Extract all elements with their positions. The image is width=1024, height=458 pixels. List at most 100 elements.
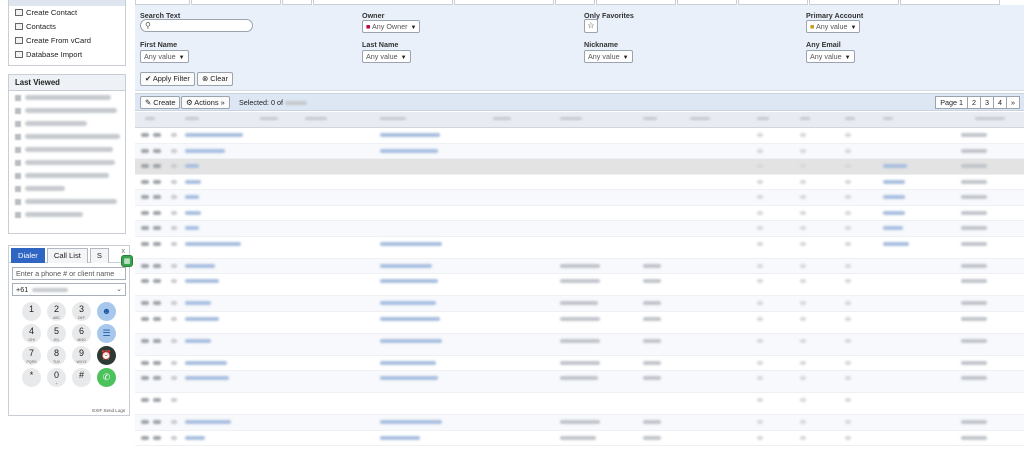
country-code-select[interactable]: +61 ⌄ (12, 283, 126, 296)
nickname-select[interactable]: Any value ▼ (584, 50, 633, 63)
actions-button[interactable]: ⚙ Actions » (181, 96, 230, 109)
key-1[interactable]: 1 (22, 302, 41, 321)
table-row[interactable] (135, 221, 1024, 237)
shortcut-database-import[interactable]: Database Import (9, 48, 125, 62)
table-row[interactable] (135, 159, 1024, 175)
key-7[interactable]: 7 PQRS (22, 346, 41, 365)
keypad: 1 2 ABC 3 DEF ☻ 4 GHI 5 JKL 6 MNO ☰ 7 PQRS 8 TU… (22, 302, 122, 390)
table-row[interactable] (135, 431, 1024, 446)
table-row[interactable] (135, 237, 1024, 259)
country-code-value: +61 (16, 285, 29, 294)
key-hash[interactable]: # (72, 368, 91, 387)
dialer-tabs: Dialer Call List S (9, 246, 129, 263)
table-row[interactable] (135, 206, 1024, 221)
call-phone-icon[interactable]: ✆ (97, 368, 116, 387)
primary-account-select[interactable]: ■ Any value ▼ (806, 20, 861, 33)
last-name-select[interactable]: Any value ▼ (362, 50, 411, 63)
owner-select[interactable]: ■ Any Owner ▼ (362, 20, 421, 33)
list-item[interactable] (9, 143, 125, 156)
shortcut-create-from-vcard[interactable]: Create From vCard (9, 34, 125, 48)
primary-account-label: Primary Account (806, 11, 864, 20)
table-row[interactable] (135, 296, 1024, 312)
page-button-3[interactable]: 3 (980, 96, 994, 109)
list-toolbar: ✎ Create ⚙ Actions » Selected: 0 of Page… (135, 93, 1024, 111)
any-email-label: Any Email (806, 40, 841, 49)
table-row[interactable] (135, 312, 1024, 334)
any-email-select[interactable]: Any value ▼ (806, 50, 855, 63)
list-item[interactable] (9, 104, 125, 117)
phone-input[interactable]: Enter a phone # or client name (12, 267, 126, 280)
list-item[interactable] (9, 91, 125, 104)
table-row[interactable] (135, 190, 1024, 206)
list-item[interactable] (9, 182, 125, 195)
tab-s[interactable]: S (89, 248, 109, 263)
table-row[interactable] (135, 393, 1024, 415)
shortcut-label: Database Import (26, 50, 83, 59)
key-3[interactable]: 3 DEF (72, 302, 91, 321)
apply-filter-button[interactable]: ✔ Apply Filter (140, 72, 195, 86)
alarm-clock-icon[interactable]: ⏰ (97, 346, 116, 365)
people-icon: ■ (366, 22, 371, 31)
shortcut-contacts[interactable]: Contacts (9, 20, 125, 34)
clear-button[interactable]: ⊗ Clear (197, 72, 233, 86)
contact-book-icon[interactable]: ☻ (97, 302, 116, 321)
table-row[interactable] (135, 356, 1024, 371)
dialer-footer[interactable]: EXIF Send Logs (92, 408, 125, 413)
table-row[interactable] (135, 274, 1024, 296)
first-name-select[interactable]: Any value ▼ (140, 50, 189, 63)
new-document-icon: ✎ (145, 98, 152, 107)
shortcut-label: Contacts (26, 22, 56, 31)
page-button-2[interactable]: 2 (967, 96, 981, 109)
table-row[interactable] (135, 175, 1024, 190)
table-row[interactable] (135, 333, 1024, 356)
checkmark-icon: ✔ (145, 74, 152, 83)
list-item[interactable] (9, 169, 125, 182)
key-8[interactable]: 8 TUV (47, 346, 66, 365)
favorite-star-toggle[interactable]: ☆ (584, 19, 598, 33)
next-pages-button[interactable]: » (1006, 96, 1020, 109)
shortcuts-panel: Create Contact Contacts Create From vCar… (8, 0, 126, 66)
list-item[interactable] (9, 208, 125, 221)
key-6[interactable]: 6 MNO (72, 324, 91, 343)
call-list-icon[interactable]: ☰ (97, 324, 116, 343)
page-button-4[interactable]: 4 (993, 96, 1007, 109)
gear-icon: ⚙ (186, 98, 193, 107)
key-5[interactable]: 5 JKL (47, 324, 66, 343)
shortcut-label: Create Contact (26, 8, 78, 17)
chevron-double-down-icon: » (220, 98, 225, 107)
table-header-row[interactable] (135, 112, 1024, 128)
table-row[interactable] (135, 128, 1024, 144)
tab-call-list[interactable]: Call List (46, 248, 88, 263)
chevron-down-icon: ▼ (400, 55, 407, 61)
contact-card-icon (15, 9, 23, 16)
search-input[interactable]: ⚲ (140, 19, 253, 32)
nickname-label: Nickname (584, 40, 618, 49)
table-row[interactable] (135, 415, 1024, 431)
create-button[interactable]: ✎ Create (140, 96, 181, 109)
table-row[interactable] (135, 371, 1024, 393)
table-row[interactable] (135, 258, 1024, 274)
vcard-icon (15, 37, 23, 44)
chevron-down-icon: ▼ (410, 25, 417, 31)
table-row[interactable] (135, 143, 1024, 159)
chevron-down-icon: ⌄ (116, 286, 122, 293)
key-0[interactable]: 0 + (47, 368, 66, 387)
key-star[interactable]: * (22, 368, 41, 387)
dialer-widget: Dialer Call List S x Enter a phone # or … (8, 245, 130, 416)
list-item[interactable] (9, 156, 125, 169)
key-9[interactable]: 9 WXYZ (72, 346, 91, 365)
chevron-down-icon: ▼ (622, 55, 629, 61)
list-item[interactable] (9, 195, 125, 208)
page-button-1[interactable]: Page 1 (935, 96, 968, 109)
key-4[interactable]: 4 GHI (22, 324, 41, 343)
import-icon (15, 51, 23, 58)
tab-dialer[interactable]: Dialer (11, 248, 45, 263)
key-2[interactable]: 2 ABC (47, 302, 66, 321)
folder-icon: ■ (810, 22, 815, 31)
list-item[interactable] (9, 130, 125, 143)
shortcut-create-contact[interactable]: Create Contact (9, 6, 125, 20)
list-item[interactable] (9, 117, 125, 130)
calculator-icon[interactable]: ▦ (121, 255, 133, 267)
selected-count: Selected: 0 of (239, 97, 307, 108)
close-icon[interactable]: x (122, 248, 126, 255)
